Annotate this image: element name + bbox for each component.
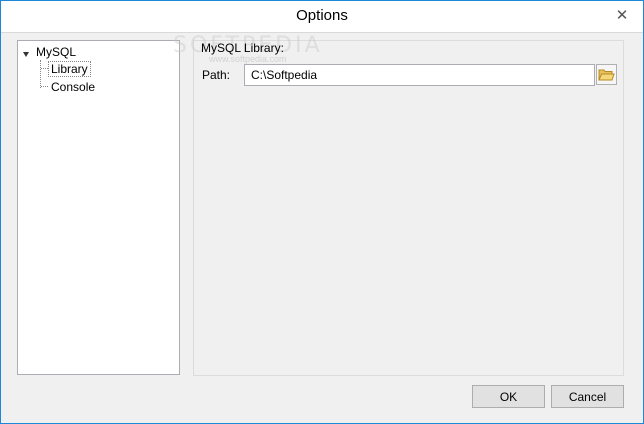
triangle-down-icon[interactable] <box>23 52 29 57</box>
path-input[interactable] <box>244 64 595 86</box>
close-icon: ✕ <box>615 7 629 24</box>
group-label: MySQL Library: <box>201 41 284 55</box>
options-tree[interactable]: MySQL Library Console <box>17 40 180 375</box>
browse-button[interactable] <box>596 64 617 85</box>
folder-open-icon <box>598 69 615 81</box>
window-title: Options <box>296 7 348 24</box>
tree-node-library[interactable]: Library <box>48 61 91 77</box>
options-window: Options ✕ MySQL Library Console SOFTPEDI… <box>0 0 644 424</box>
cancel-button[interactable]: Cancel <box>551 385 624 408</box>
tree-connector <box>41 68 48 69</box>
title-bar: Options ✕ <box>1 1 643 33</box>
tree-node-console[interactable]: Console <box>51 80 95 94</box>
tree-connector <box>41 86 48 87</box>
ok-button[interactable]: OK <box>472 385 545 408</box>
tree-connector <box>40 60 41 88</box>
close-button[interactable]: ✕ <box>611 5 633 25</box>
path-label: Path: <box>202 68 231 82</box>
settings-panel <box>193 40 624 376</box>
tree-node-mysql[interactable]: MySQL <box>36 45 76 59</box>
